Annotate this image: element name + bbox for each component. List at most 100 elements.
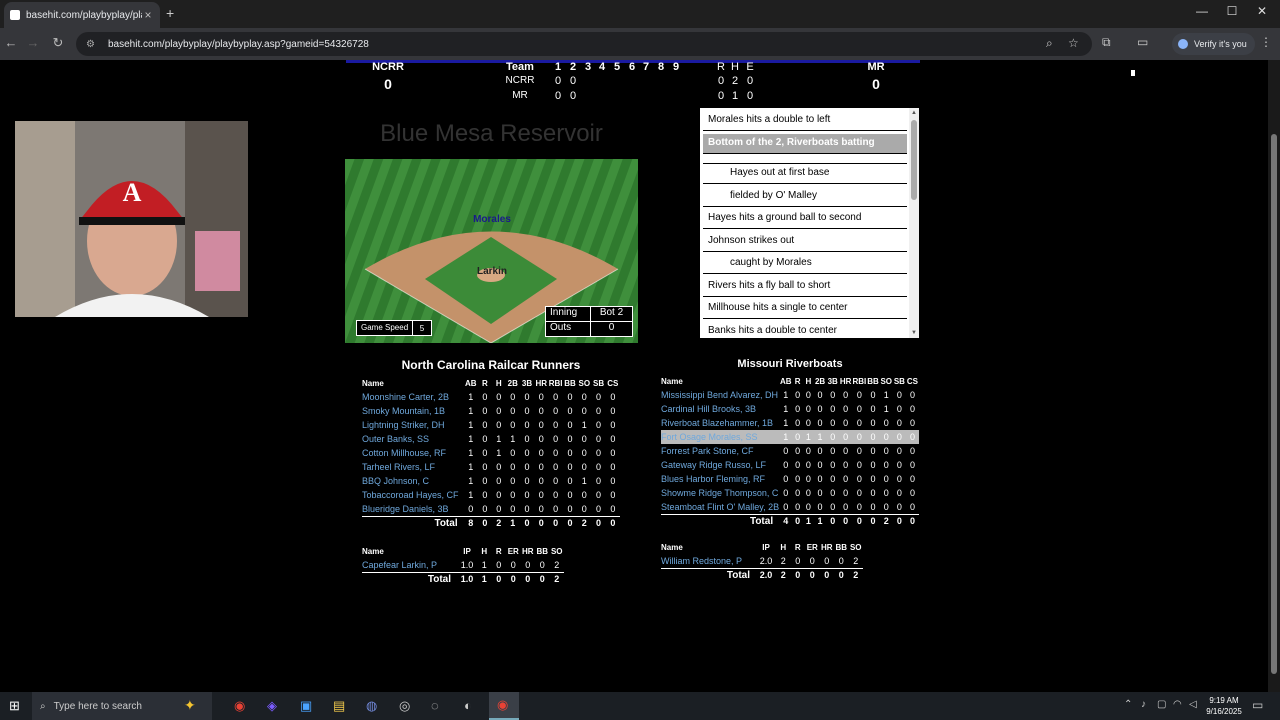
batter-name-link[interactable]: Blueridge Daniels, 3B	[362, 502, 464, 516]
play-by-play-scrollbar[interactable]: ▲ ▼	[909, 108, 919, 338]
chrome-icon[interactable]: ◉	[234, 698, 245, 714]
batting-header-cell: SB	[893, 376, 905, 386]
batter-row[interactable]: Forrest Park Stone, CF 0 0 0 0 0 0 0 0 0 0 0	[661, 444, 919, 458]
batter-row[interactable]: BBQ Johnson, C10000000100	[362, 474, 620, 488]
discord-icon[interactable]: ◍	[366, 698, 377, 714]
active-chrome-taskbar-button[interactable]: ◉	[489, 692, 519, 720]
batter-row[interactable]: Gateway Ridge Russo, LF 0 0 0 0 0 0 0 0 0 0 0	[661, 458, 919, 472]
play-by-play-item[interactable]: Hayes out at first base	[703, 164, 907, 184]
batter-row[interactable]: Showme Ridge Thompson, C00000000000	[661, 486, 919, 500]
page-scroll-thumb[interactable]	[1271, 134, 1277, 674]
play-by-play-scroll-thumb[interactable]	[911, 120, 917, 200]
steam-icon[interactable]: ◌	[431, 698, 439, 713]
batter-name-link[interactable]: Moonshine Carter, 2B	[362, 390, 464, 404]
batter-name-link[interactable]: Outer Banks, SS	[362, 432, 464, 446]
site-info-icon[interactable]: ⚙	[86, 39, 98, 50]
copilot-icon[interactable]: ◈	[267, 698, 277, 714]
file-explorer-icon[interactable]: ▤	[333, 698, 345, 714]
batter-name-link[interactable]: Riverboat Blazehammer, 1B	[661, 416, 779, 430]
batter-name-link[interactable]: Forrest Park Stone, CF	[661, 444, 779, 458]
batter-name-link[interactable]: Steamboat Flint O' Malley, 2B	[661, 500, 779, 514]
page-scrollbar[interactable]	[1268, 60, 1280, 692]
batter-row[interactable]: Blueridge Daniels, 3B 0 0 0 0 0 0 0 0 0 0 0	[362, 502, 620, 516]
play-by-play-item[interactable]: Bottom of the 2, Riverboats batting	[703, 134, 907, 154]
url-text[interactable]: basehit.com/playbyplay/playbyplay.asp?ga…	[108, 39, 369, 50]
batter-row[interactable]: Steamboat Flint O' Malley, 2B 0 0 0 0 0 0 0 0 0 0 0	[661, 500, 919, 514]
batter-row[interactable]: Fort Osage Morales, SS 1 0 1 1 0 0 0 0 0 0 0	[661, 430, 919, 444]
meet-icon[interactable]: ▢	[1157, 699, 1166, 710]
batter-row[interactable]: Cotton Millhouse, RF 1 0 1 0 0 0 0 0 0 0 0	[362, 446, 620, 460]
cast-icon[interactable]: ▭	[1137, 35, 1148, 49]
maximize-icon[interactable]: ☐	[1220, 4, 1244, 18]
back-icon[interactable]: ←	[2, 35, 20, 50]
batter-stat-cell: 0	[870, 446, 876, 456]
forward-icon[interactable]: →	[24, 35, 42, 50]
batter-row[interactable]: Blues Harbor Fleming, RF 0 0 0 0 0 0 0 0 0 0 0	[661, 472, 919, 486]
batter-name-link[interactable]: Tarheel Rivers, LF	[362, 460, 464, 474]
batter-row[interactable]: Riverboat Blazehammer, 1B 1 0 0 0 0 0 0 0 0 0 0	[661, 416, 919, 430]
copilot-sparkle-icon[interactable]: ✦	[184, 697, 196, 714]
batter-name-link[interactable]: Smoky Mountain, 1B	[362, 404, 464, 418]
close-tab-icon[interactable]: ×	[142, 8, 154, 22]
batter-row[interactable]: Outer Banks, SS 1 0 1 1 0 0 0 0 0 0 0	[362, 432, 620, 446]
extensions-icon[interactable]: ⧉	[1102, 35, 1111, 50]
scroll-up-icon[interactable]: ▲	[911, 110, 917, 116]
batter-row[interactable]: Tobaccoroad Hayes, CF 1 0 0 0 0 0 0 0 0 0 0	[362, 488, 620, 502]
scroll-down-icon[interactable]: ▼	[911, 330, 917, 336]
game-speed-label: Game Speed	[357, 321, 413, 335]
game-speed-box[interactable]: Game Speed 5	[356, 320, 432, 336]
pitcher-row[interactable]: William Redstone, P 2.0 2 0 0 0 0 2	[661, 554, 863, 568]
minimize-icon[interactable]: —	[1190, 4, 1214, 18]
batter-name-link[interactable]: Mississippi Bend Alvarez, DH	[661, 388, 779, 402]
play-by-play-item[interactable]	[703, 157, 907, 164]
tray-chevron-icon[interactable]: ⌃	[1124, 699, 1132, 710]
play-by-play-item[interactable]: Rivers hits a fly ball to short	[703, 277, 907, 297]
wifi-icon[interactable]: ◠	[1173, 699, 1182, 710]
browser-tab[interactable]: basehit.com/playbyplay/playby ×	[4, 2, 160, 28]
verify-button[interactable]: Verify it's you	[1172, 33, 1255, 55]
batter-name-link[interactable]: Cardinal Hill Brooks, 3B	[661, 402, 779, 416]
clock[interactable]: 9:19 AM 9/16/2025	[1200, 695, 1248, 717]
batter-name-link[interactable]: Blues Harbor Fleming, RF	[661, 472, 779, 486]
app2-icon[interactable]: ◐	[464, 698, 472, 713]
reload-icon[interactable]: ↻	[49, 35, 67, 51]
batter-name-link[interactable]: BBQ Johnson, C	[362, 474, 464, 488]
batter-row[interactable]: Lightning Striker, DH 1 0 0 0 0 0 0 0 1 0 0	[362, 418, 620, 432]
play-by-play-item[interactable]: Hayes hits a ground ball to second	[703, 209, 907, 229]
batter-row[interactable]: Cardinal Hill Brooks, 3B 1 0 0 0 0 0 0 0 1 0 0	[661, 402, 919, 416]
bookmark-star-icon[interactable]: ☆	[1068, 36, 1079, 50]
start-icon[interactable]: ⊞	[9, 698, 20, 714]
play-by-play-item[interactable]: Millhouse hits a single to center	[703, 299, 907, 319]
batter-row[interactable]: Moonshine Carter, 2B 1 0 0 0 0 0 0 0 0 0 0	[362, 390, 620, 404]
play-by-play-item[interactable]: Banks hits a double to center	[703, 322, 907, 338]
zoom-icon[interactable]: ⌕	[1046, 36, 1053, 51]
batter-name-link[interactable]: Lightning Striker, DH	[362, 418, 464, 432]
address-bar[interactable]: ⚙ basehit.com/playbyplay/playbyplay.asp?…	[76, 32, 1092, 56]
play-by-play-item[interactable]: caught by Morales	[703, 254, 907, 274]
app-icon[interactable]: ◎	[399, 698, 410, 714]
batter-row[interactable]: Mississippi Bend Alvarez, DH 1 0 0 0 0 0 0 0 1 0 0	[661, 388, 919, 402]
notifications-icon[interactable]: ▭	[1252, 698, 1263, 712]
close-window-icon[interactable]: ✕	[1250, 4, 1274, 18]
pitcher-row[interactable]: Capefear Larkin, P 1.0 1 0 0 0 0 2	[362, 558, 564, 572]
new-tab-icon[interactable]: +	[166, 5, 174, 21]
batter-name-link[interactable]: Tobaccoroad Hayes, CF	[362, 488, 464, 502]
batter-stat-cell: 0	[610, 420, 616, 430]
batter-name-link[interactable]: Showme Ridge Thompson, C	[661, 486, 779, 500]
volume-icon[interactable]: ◁	[1189, 699, 1197, 710]
menu-icon[interactable]: ⋮	[1260, 35, 1272, 49]
play-by-play-item[interactable]: fielded by O' Malley	[703, 187, 907, 207]
batter-row[interactable]: Smoky Mountain, 1B 1 0 0 0 0 0 0 0 0 0 0	[362, 404, 620, 418]
pitcher-name-link[interactable]: Capefear Larkin, P	[362, 558, 457, 572]
batter-name-link[interactable]: Gateway Ridge Russo, LF	[661, 458, 779, 472]
pitcher-name-link[interactable]: William Redstone, P	[661, 554, 756, 568]
batting-total-cell: 1	[803, 513, 814, 528]
microphone-icon[interactable]: ♪	[1141, 699, 1146, 710]
play-by-play-item[interactable]: Morales hits a double to left	[703, 111, 907, 131]
batter-name-link[interactable]: Fort Osage Morales, SS	[661, 430, 780, 444]
batter-row[interactable]: Tarheel Rivers, LF 1 0 0 0 0 0 0 0 0 0 0	[362, 460, 620, 474]
play-by-play-item[interactable]: Johnson strikes out	[703, 232, 907, 252]
batter-name-link[interactable]: Cotton Millhouse, RF	[362, 446, 464, 460]
play-by-play-list[interactable]: Morales hits a double to left Bottom of t…	[700, 108, 919, 338]
store-icon[interactable]: ▣	[300, 698, 312, 714]
